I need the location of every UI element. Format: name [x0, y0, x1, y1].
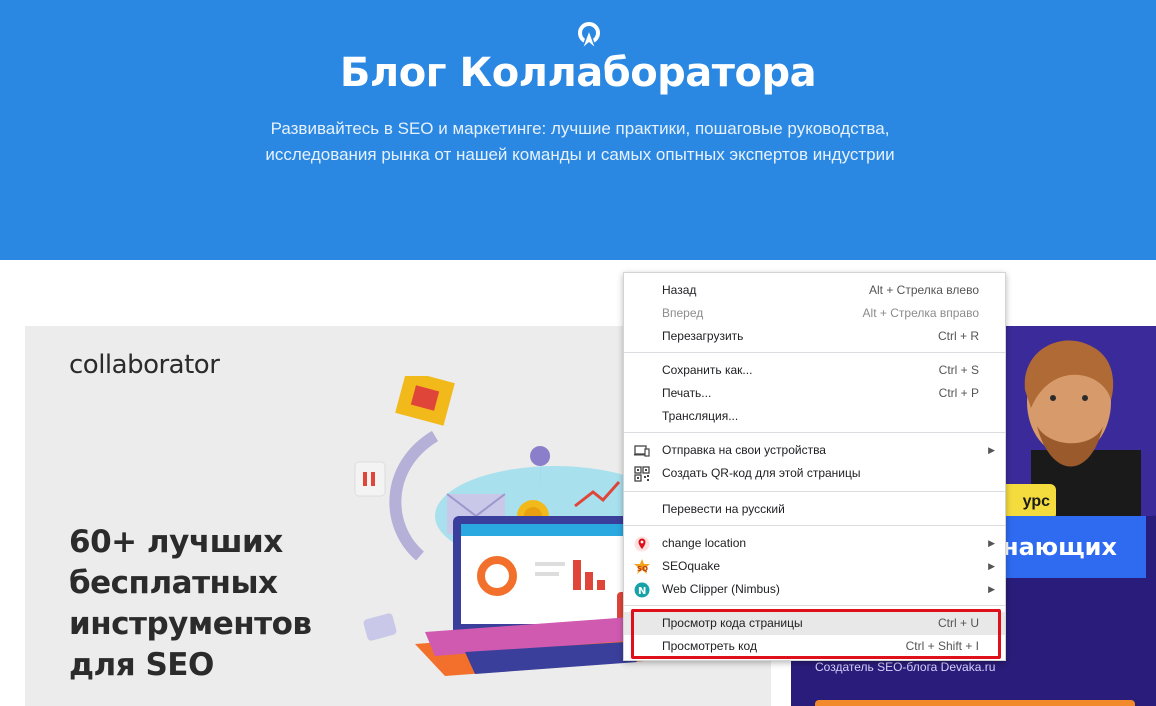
devices-icon — [634, 445, 650, 457]
menu-item-label: Печать... — [662, 386, 712, 400]
author-caption: Создатель SEO-блога Devaka.ru — [815, 660, 996, 674]
menu-item-translate[interactable]: Перевести на русский — [624, 498, 1005, 521]
menu-item-cast[interactable]: Трансляция... — [624, 405, 1005, 428]
menu-separator — [624, 432, 1005, 433]
course-cta-button[interactable] — [815, 700, 1135, 706]
menu-separator — [624, 525, 1005, 526]
menu-separator — [624, 605, 1005, 606]
menu-item-label: SEOquake — [662, 559, 721, 573]
menu-item-shortcut: Ctrl + S — [938, 363, 979, 377]
subtitle-line-1: Развивайтесь в SEO и маркетинге: лучшие … — [270, 119, 890, 138]
menu-item-back[interactable]: Назад Alt + Стрелка влево — [624, 279, 1005, 302]
course-title-banner: нающих — [996, 516, 1146, 578]
menu-item-change-location[interactable]: change location ▶ — [624, 532, 1005, 555]
subtitle-line-2: исследования рынка от нашей команды и са… — [265, 145, 895, 164]
menu-item-seoquake[interactable]: SQ SEOquake ▶ — [624, 555, 1005, 578]
submenu-arrow-icon: ▶ — [988, 445, 995, 455]
menu-item-shortcut: Alt + Стрелка вправо — [862, 306, 979, 320]
menu-item-label: Перезагрузить — [662, 329, 744, 343]
highlight-annotation-box — [631, 609, 1001, 659]
qr-code-icon — [634, 466, 650, 482]
menu-item-create-qr[interactable]: Создать QR-код для этой страницы — [624, 462, 1005, 485]
page-subtitle: Развивайтесь в SEO и маркетинге: лучшие … — [230, 116, 930, 168]
menu-item-label: Отправка на свои устройства — [662, 443, 826, 457]
menu-item-shortcut: Ctrl + R — [937, 329, 979, 343]
menu-separator — [624, 352, 1005, 353]
menu-item-send-to-devices[interactable]: Отправка на свои устройства ▶ — [624, 439, 1005, 462]
brand-logo: collaborator — [69, 350, 220, 380]
menu-item-label: Вперед — [662, 306, 704, 320]
menu-item-label: Назад — [662, 283, 697, 297]
browser-context-menu: Назад Alt + Стрелка влево Вперед Alt + С… — [623, 272, 1006, 661]
submenu-arrow-icon: ▶ — [988, 584, 995, 594]
svg-text:N: N — [638, 586, 646, 597]
menu-item-reload[interactable]: Перезагрузить Ctrl + R — [624, 325, 1005, 348]
menu-item-label: Перевести на русский — [662, 502, 785, 516]
nimbus-icon: N — [634, 582, 650, 598]
seoquake-icon: SQ — [634, 559, 650, 574]
menu-item-label: Трансляция... — [662, 409, 739, 423]
svg-text:SQ: SQ — [637, 565, 648, 573]
location-pin-icon — [634, 536, 650, 552]
menu-item-label: Сохранить как... — [662, 363, 753, 377]
collaborator-logo-icon — [578, 22, 600, 50]
submenu-arrow-icon: ▶ — [988, 561, 995, 571]
blog-hero: Блог Коллаборатора Развивайтесь в SEO и … — [0, 0, 1156, 260]
page-title: Блог Коллаборатора — [339, 50, 817, 96]
menu-item-print[interactable]: Печать... Ctrl + P — [624, 382, 1005, 405]
menu-item-shortcut: Alt + Стрелка влево — [868, 283, 979, 297]
menu-item-label: Web Clipper (Nimbus) — [662, 582, 780, 596]
menu-item-forward[interactable]: Вперед Alt + Стрелка вправо — [624, 302, 1005, 325]
menu-item-label: change location — [662, 536, 747, 550]
menu-item-save-as[interactable]: Сохранить как... Ctrl + S — [624, 359, 1005, 382]
menu-item-label: Создать QR-код для этой страницы — [662, 466, 861, 480]
menu-item-nimbus-clipper[interactable]: N Web Clipper (Nimbus) ▶ — [624, 578, 1005, 601]
submenu-arrow-icon: ▶ — [988, 538, 995, 548]
menu-separator — [624, 491, 1005, 492]
menu-item-shortcut: Ctrl + P — [938, 386, 979, 400]
